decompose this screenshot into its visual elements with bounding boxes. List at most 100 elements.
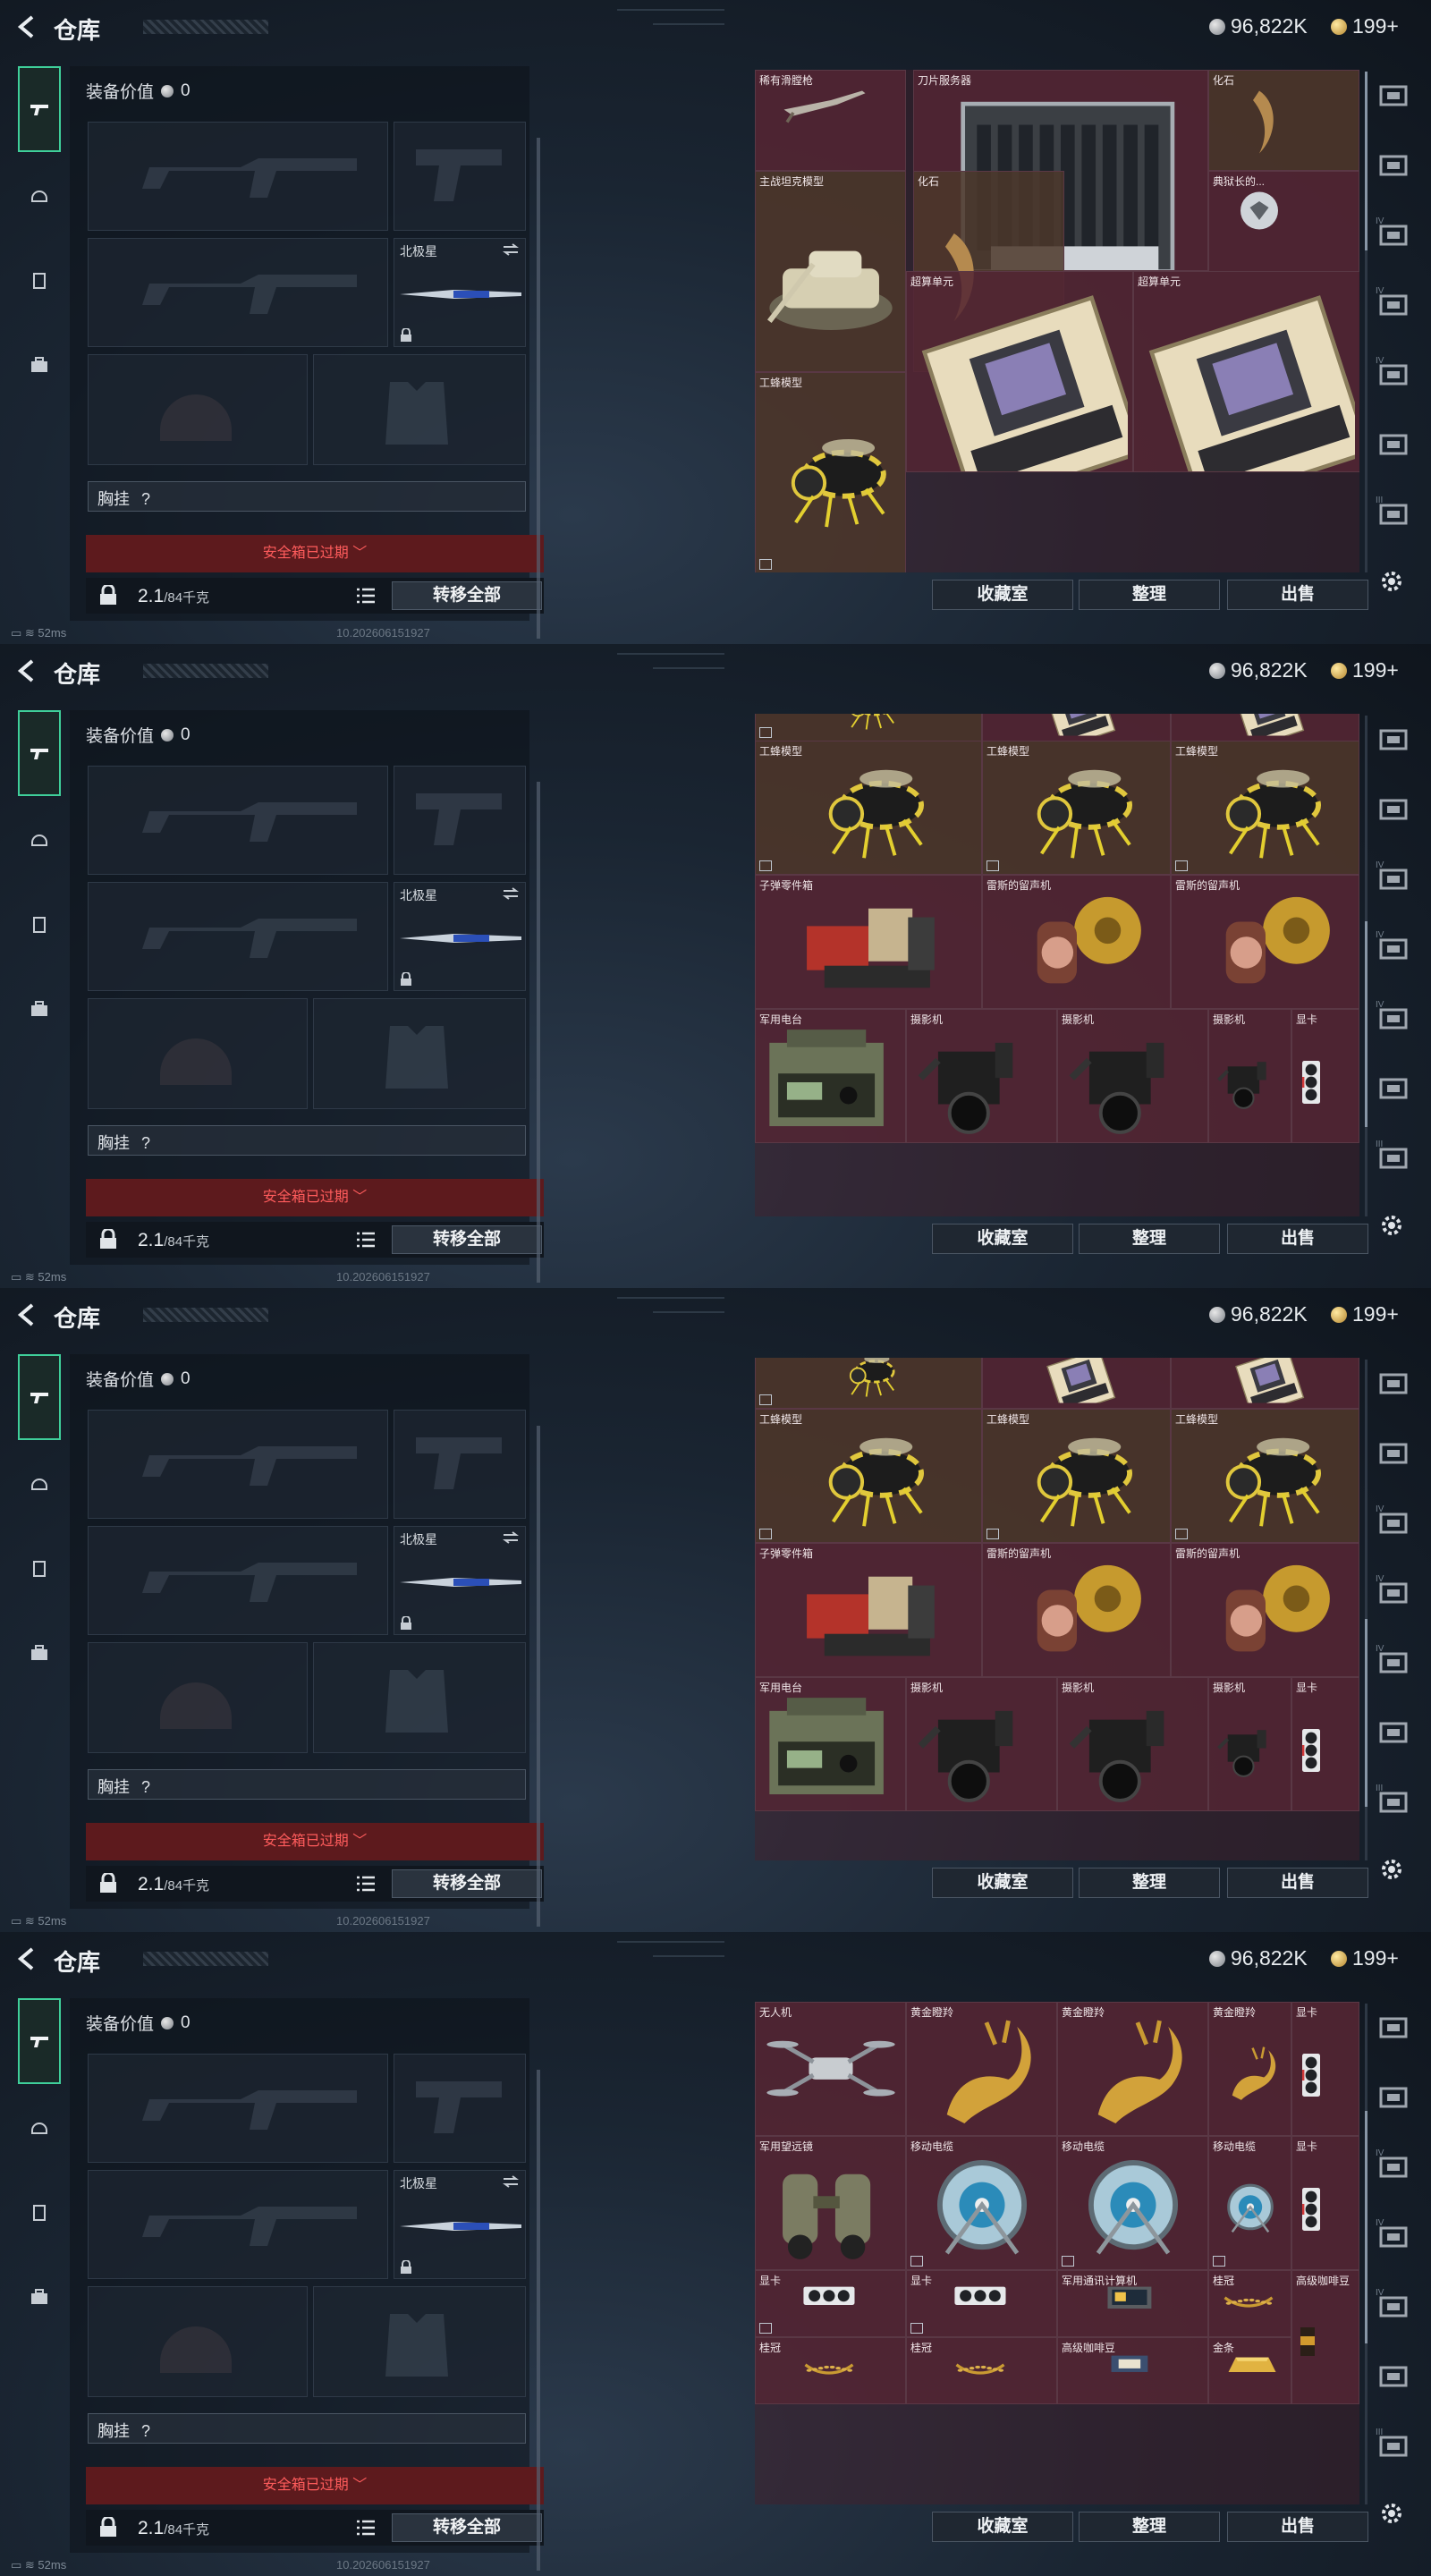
stash-item[interactable]	[1171, 714, 1359, 741]
safebox-expired-banner[interactable]: 安全箱已过期 ﹀	[86, 2467, 544, 2504]
gold-currency[interactable]: 199+	[1331, 14, 1399, 38]
gear-icon[interactable]	[1377, 1855, 1406, 1884]
pistol-slot[interactable]	[394, 766, 526, 875]
stash-item[interactable]: 桂冠	[906, 2337, 1057, 2404]
swap-icon[interactable]	[502, 2174, 520, 2189]
stash-item[interactable]: 桂冠	[755, 2337, 906, 2404]
stash-item[interactable]: 雷斯的留声机	[982, 1543, 1171, 1677]
sort-button[interactable]: 整理	[1079, 2512, 1220, 2542]
back-arrow-icon[interactable]	[13, 657, 41, 685]
stash-item[interactable]: 移动电缆	[906, 2136, 1057, 2270]
side-tab-5[interactable]: IV	[1374, 356, 1413, 392]
stash-item[interactable]: 工蜂模型	[982, 741, 1171, 875]
tab-backpack[interactable]	[18, 343, 61, 386]
gear-icon[interactable]	[1377, 2499, 1406, 2528]
sort-button[interactable]: 整理	[1079, 1868, 1220, 1898]
stash-item[interactable]: 子弹零件箱	[755, 1543, 982, 1677]
loadout-scrollbar[interactable]	[537, 1426, 540, 1927]
list-icon[interactable]	[356, 1231, 376, 1249]
tab-armor[interactable]	[18, 818, 61, 860]
side-tab-3[interactable]: IV	[1374, 1504, 1413, 1540]
stash-item[interactable]: 子弹零件箱	[755, 875, 982, 1009]
side-tab-4[interactable]: IV	[1374, 286, 1413, 322]
move-all-button[interactable]: 转移全部	[392, 1869, 542, 1898]
armor-slot[interactable]	[313, 2286, 526, 2397]
helmet-slot[interactable]	[88, 1642, 308, 1753]
sort-button[interactable]: 整理	[1079, 580, 1220, 610]
stash-item[interactable]: 工蜂模型	[755, 372, 906, 572]
side-tab-5[interactable]: IV	[1374, 2288, 1413, 2324]
stash-item[interactable]: 摄影机	[1057, 1677, 1208, 1811]
primary-weapon-slot[interactable]	[88, 122, 388, 231]
tab-rig[interactable]	[18, 259, 61, 302]
stash-item[interactable]: 工蜂模型	[755, 1409, 982, 1543]
stash-item[interactable]: 移动电缆	[1208, 2136, 1291, 2270]
stash-scroll-thumb[interactable]	[1365, 1619, 1367, 1807]
gear-icon[interactable]	[1377, 1211, 1406, 1240]
stash-item[interactable]: 雷斯的留声机	[982, 875, 1171, 1009]
stash-item[interactable]: 摄影机	[1208, 1009, 1291, 1143]
back-arrow-icon[interactable]	[13, 1945, 41, 1973]
stash-item[interactable]: 主战坦克模型	[755, 171, 906, 372]
tab-weapons[interactable]	[18, 710, 61, 796]
chest-rig-slot[interactable]: 胸挂 ?	[88, 1125, 526, 1156]
stash-scroll-thumb[interactable]	[1365, 72, 1367, 250]
back-arrow-icon[interactable]	[13, 13, 41, 41]
loadout-scrollbar[interactable]	[537, 138, 540, 639]
chest-rig-slot[interactable]: 胸挂 ?	[88, 481, 526, 512]
helmet-slot[interactable]	[88, 998, 308, 1109]
melee-slot[interactable]: 北极星	[394, 882, 526, 991]
stash-item[interactable]: 军用电台	[755, 1009, 906, 1143]
melee-slot[interactable]: 北极星	[394, 238, 526, 347]
side-tab-4[interactable]: IV	[1374, 2218, 1413, 2254]
pistol-slot[interactable]	[394, 2054, 526, 2163]
side-tab-6[interactable]	[1374, 1714, 1413, 1750]
swap-icon[interactable]	[502, 242, 520, 257]
stash-item[interactable]: 工蜂模型	[1171, 741, 1359, 875]
side-tab-3[interactable]: IV	[1374, 860, 1413, 896]
gear-icon[interactable]	[1377, 567, 1406, 596]
side-tab-5[interactable]: IV	[1374, 1000, 1413, 1036]
side-tab-2[interactable]	[1374, 147, 1413, 182]
side-tab-2[interactable]	[1374, 1435, 1413, 1470]
melee-slot[interactable]: 北极星	[394, 1526, 526, 1635]
stash-item[interactable]: 显卡	[1291, 1009, 1359, 1143]
stash-item[interactable]: 金条	[1208, 2337, 1291, 2404]
side-tab-2[interactable]	[1374, 791, 1413, 826]
side-tab-7[interactable]: III	[1374, 2428, 1413, 2463]
stash-item[interactable]: 摄影机	[906, 1009, 1057, 1143]
melee-slot[interactable]: 北极星	[394, 2170, 526, 2279]
primary-weapon-slot[interactable]	[88, 766, 388, 875]
side-tab-6[interactable]	[1374, 2358, 1413, 2394]
stash-item[interactable]: 显卡	[906, 2270, 1057, 2337]
secondary-weapon-slot[interactable]	[88, 238, 388, 347]
side-tab-6[interactable]	[1374, 1070, 1413, 1106]
primary-weapon-slot[interactable]	[88, 1410, 388, 1519]
stash-item[interactable]: 工蜂模型	[1171, 1409, 1359, 1543]
stash-item[interactable]: 黄金瞪羚	[1208, 2002, 1291, 2136]
gold-currency[interactable]: 199+	[1331, 658, 1399, 682]
side-tab-1[interactable]	[1374, 721, 1413, 757]
safebox-expired-banner[interactable]: 安全箱已过期 ﹀	[86, 1179, 544, 1216]
stash-item[interactable]: 高级咖啡豆	[1057, 2337, 1208, 2404]
helmet-slot[interactable]	[88, 354, 308, 465]
stash-item[interactable]: 高级咖啡豆	[1291, 2270, 1359, 2404]
swap-icon[interactable]	[502, 1530, 520, 1545]
sort-button[interactable]: 整理	[1079, 1224, 1220, 1254]
stash-item[interactable]: 移动电缆	[1057, 2136, 1208, 2270]
stash-item[interactable]: 摄影机	[1057, 1009, 1208, 1143]
gold-currency[interactable]: 199+	[1331, 1302, 1399, 1326]
list-icon[interactable]	[356, 2519, 376, 2537]
side-tab-4[interactable]: IV	[1374, 1574, 1413, 1610]
tab-rig[interactable]	[18, 903, 61, 946]
sell-button[interactable]: 出售	[1227, 2512, 1368, 2542]
tab-weapons[interactable]	[18, 66, 61, 152]
stash-item[interactable]: 桂冠	[1208, 2270, 1291, 2337]
stash-item[interactable]	[982, 714, 1171, 741]
helmet-slot[interactable]	[88, 2286, 308, 2397]
pistol-slot[interactable]	[394, 1410, 526, 1519]
collection-room-button[interactable]: 收藏室	[932, 580, 1073, 610]
loadout-scrollbar[interactable]	[537, 782, 540, 1283]
safebox-expired-banner[interactable]: 安全箱已过期 ﹀	[86, 1823, 544, 1860]
tab-backpack[interactable]	[18, 1631, 61, 1674]
